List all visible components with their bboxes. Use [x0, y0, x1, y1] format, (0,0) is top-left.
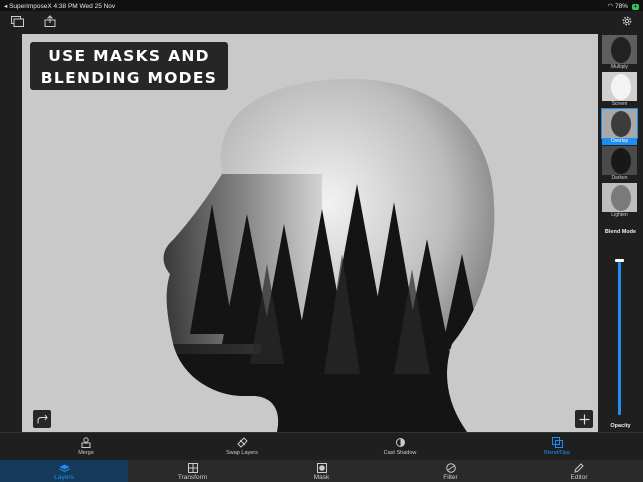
battery-percent: 78%: [614, 3, 628, 10]
opacity-slider-thumb[interactable]: [615, 259, 624, 262]
blend-thumbnail: [601, 108, 638, 139]
blend-icon: [551, 436, 563, 448]
cast-shadow-label: Cast Shadow: [383, 450, 417, 456]
blend-thumbnail: [602, 183, 637, 212]
merge-icon: [81, 436, 91, 448]
redo-icon: [37, 414, 48, 424]
projects-button[interactable]: [9, 13, 25, 29]
opacity-slider-track[interactable]: [618, 262, 621, 415]
blend-thumbnail: [602, 35, 637, 64]
blend-mode-heading: Blend Mode: [604, 229, 637, 235]
banner-line-1: USE MASKS AND: [48, 47, 210, 65]
opacity-label: Opacity: [610, 423, 631, 429]
blend-mode-label: Overlay: [602, 138, 637, 145]
merge-label: Merge: [78, 450, 94, 456]
gear-icon: [622, 16, 632, 26]
blend-opacity-button[interactable]: Blend/Opa: [517, 436, 597, 456]
shadow-icon: [395, 437, 405, 447]
blend-sidebar: Multiply Screen Overlay Darken Lighten B…: [598, 34, 643, 432]
blend-thumbnail: [602, 146, 637, 175]
tab-editor-label: Editor: [570, 474, 588, 481]
blend-thumbnail: [602, 72, 637, 101]
top-toolbar: [0, 11, 643, 33]
bottom-tab-bar: Layers Transform Mask Filter Editor: [0, 460, 643, 482]
tab-filter[interactable]: Filter: [386, 460, 515, 482]
cast-shadow-button[interactable]: Cast Shadow: [360, 436, 440, 456]
banner-line-2: BLENDING MODES: [40, 69, 218, 87]
blend-mode-label: Lighten: [611, 212, 628, 218]
plus-icon: [579, 414, 589, 424]
status-right: ◠ 78% +: [607, 2, 639, 10]
status-left-text: ◂ SuperimposeX 4:38 PM Wed 25 Nov: [4, 3, 116, 10]
editor-icon: [574, 463, 584, 473]
filter-icon: [445, 463, 456, 473]
blend-mode-darken[interactable]: Darken: [602, 146, 637, 182]
blend-mode-screen[interactable]: Screen: [602, 72, 637, 108]
redo-button[interactable]: [33, 410, 51, 428]
swap-layers-button[interactable]: Swap Layers: [202, 436, 282, 456]
blend-mode-label: Screen: [611, 101, 628, 107]
transform-icon: [187, 463, 198, 473]
merge-button[interactable]: Merge: [46, 436, 126, 456]
tab-layers[interactable]: Layers: [0, 460, 128, 482]
share-icon: [44, 15, 56, 27]
tab-layers-label: Layers: [54, 474, 74, 481]
swap-icon: [236, 436, 248, 448]
status-bar: ◂ SuperimposeX 4:38 PM Wed 25 Nov ◠ 78% …: [0, 0, 643, 11]
battery-icon: +: [631, 4, 639, 10]
blend-mode-lighten[interactable]: Lighten: [602, 183, 637, 219]
tab-editor[interactable]: Editor: [515, 460, 643, 482]
share-button[interactable]: [42, 13, 58, 29]
tab-mask-label: Mask: [313, 474, 330, 481]
double-exposure-artwork: [22, 34, 598, 432]
editing-canvas[interactable]: USE MASKS AND BLENDING MODES: [22, 34, 598, 432]
tab-mask[interactable]: Mask: [257, 460, 386, 482]
promo-banner: USE MASKS AND BLENDING MODES: [30, 42, 228, 90]
blend-mode-label: Multiply: [611, 64, 628, 70]
swap-layers-label: Swap Layers: [226, 450, 258, 456]
layers-icon: [58, 464, 70, 472]
blend-mode-overlay[interactable]: Overlay: [601, 108, 638, 145]
wifi-icon: ◠: [607, 3, 614, 10]
tab-transform[interactable]: Transform: [128, 460, 257, 482]
layer-actions-bar: Merge Swap Layers Cast Shadow Blend/Opa: [0, 432, 643, 460]
blend-mode-label: Darken: [611, 175, 628, 181]
add-layer-button[interactable]: [575, 410, 593, 428]
tab-filter-label: Filter: [443, 474, 458, 481]
blend-mode-multiply[interactable]: Multiply: [602, 35, 637, 71]
blend-opacity-label: Blend/Opa: [544, 450, 570, 456]
mask-icon: [316, 463, 327, 473]
stack-icon: [10, 15, 24, 27]
settings-button[interactable]: [619, 13, 635, 29]
tab-transform-label: Transform: [177, 474, 208, 481]
